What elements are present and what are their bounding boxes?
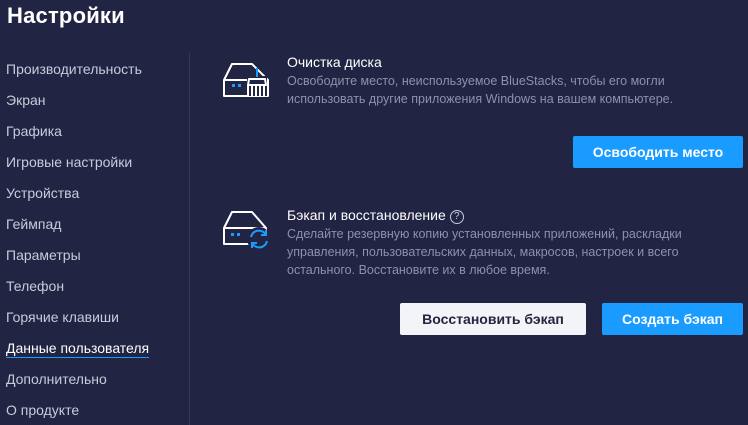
sidebar: Производительность Экран Графика Игровые…: [0, 52, 190, 425]
disk-cleanup-description: Освободите место, неиспользуемое BlueSta…: [287, 74, 674, 106]
disk-cleanup-title: Очистка диска: [287, 54, 382, 70]
free-space-button[interactable]: Освободить место: [573, 136, 743, 168]
help-icon[interactable]: ?: [449, 210, 464, 224]
sidebar-item-devices[interactable]: Устройства: [6, 185, 79, 201]
sidebar-item-game-settings[interactable]: Игровые настройки: [6, 154, 132, 170]
create-backup-button[interactable]: Создать бэкап: [602, 303, 743, 335]
sidebar-item-preferences[interactable]: Параметры: [6, 247, 81, 263]
page-title: Настройки: [7, 3, 125, 28]
sidebar-item-performance[interactable]: Производительность: [6, 61, 142, 77]
sidebar-item-shortcuts[interactable]: Горячие клавиши: [6, 309, 119, 325]
backup-title-text: Бэкап и восстановление: [287, 207, 446, 223]
restore-backup-button[interactable]: Восстановить бэкап: [400, 303, 586, 335]
sidebar-item-graphics[interactable]: Графика: [6, 123, 62, 139]
disk-cleanup-icon: [222, 60, 272, 107]
backup-restore-icon: [222, 210, 272, 257]
backup-title: Бэкап и восстановление?: [287, 207, 464, 224]
sidebar-item-advanced[interactable]: Дополнительно: [6, 371, 107, 387]
sidebar-item-phone[interactable]: Телефон: [6, 278, 64, 294]
sidebar-item-gamepad[interactable]: Геймпад: [6, 216, 61, 232]
backup-description: Сделайте резервную копию установленных п…: [287, 227, 682, 277]
sidebar-item-display[interactable]: Экран: [6, 92, 46, 108]
sidebar-item-user-data[interactable]: Данные пользователя: [6, 340, 150, 358]
sidebar-item-about[interactable]: О продукте: [6, 402, 79, 418]
